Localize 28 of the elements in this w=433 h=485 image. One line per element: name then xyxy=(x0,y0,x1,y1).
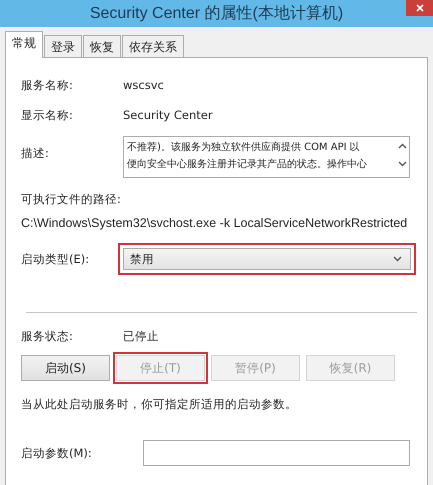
field-label: 描述: xyxy=(21,145,50,162)
field-value: Security Center xyxy=(123,108,213,122)
field-label: 启动参数(M): xyxy=(21,446,93,460)
field-label: 服务状态: xyxy=(21,328,74,344)
status-value: 已停止 xyxy=(123,328,159,344)
tab[interactable]: 恢复 xyxy=(83,35,121,57)
description-box[interactable]: 不推荐)。该服务为独立软件供应商提供 COM API 以 便向安全中心服务注册并记录其产品的状态。操作中心 xyxy=(123,136,410,178)
caret-icon[interactable] xyxy=(393,256,402,262)
service-button[interactable]: 启动(S) xyxy=(21,355,110,381)
tab[interactable]: 登录 xyxy=(44,35,82,57)
description-line: 便向安全中心服务注册并记录其产品的状态。操作中心 xyxy=(127,158,368,172)
field-label: 服务名称: xyxy=(21,78,74,92)
field-label: 可执行文件的路径: xyxy=(21,192,122,207)
path-text: C:\Windows\System32\svchost.exe -k LocalServiceNetworkRestricted xyxy=(21,216,408,230)
field-label: 显示名称: xyxy=(21,108,74,122)
tab[interactable]: 依存关系 xyxy=(122,35,184,57)
field-label: 启动类型(E): xyxy=(21,252,90,266)
input-field[interactable] xyxy=(143,440,410,466)
window-title: Security Center 的属性(本地计算机) xyxy=(90,4,344,24)
field-value: wscsvc xyxy=(123,78,164,92)
tab[interactable]: 常规 xyxy=(5,31,43,58)
startup-type-dropdown[interactable]: 禁用 xyxy=(123,248,411,270)
close-icon xyxy=(416,4,424,12)
scroll-down-icon[interactable] xyxy=(398,161,406,167)
close-button[interactable] xyxy=(406,0,433,16)
hint-text: 当从此处启动服务时，你可指定所适用的启动参数。 xyxy=(21,397,298,412)
scroll-up-icon[interactable] xyxy=(398,143,406,149)
description-line: 不推荐)。该服务为独立软件供应商提供 COM API 以 xyxy=(127,140,361,155)
